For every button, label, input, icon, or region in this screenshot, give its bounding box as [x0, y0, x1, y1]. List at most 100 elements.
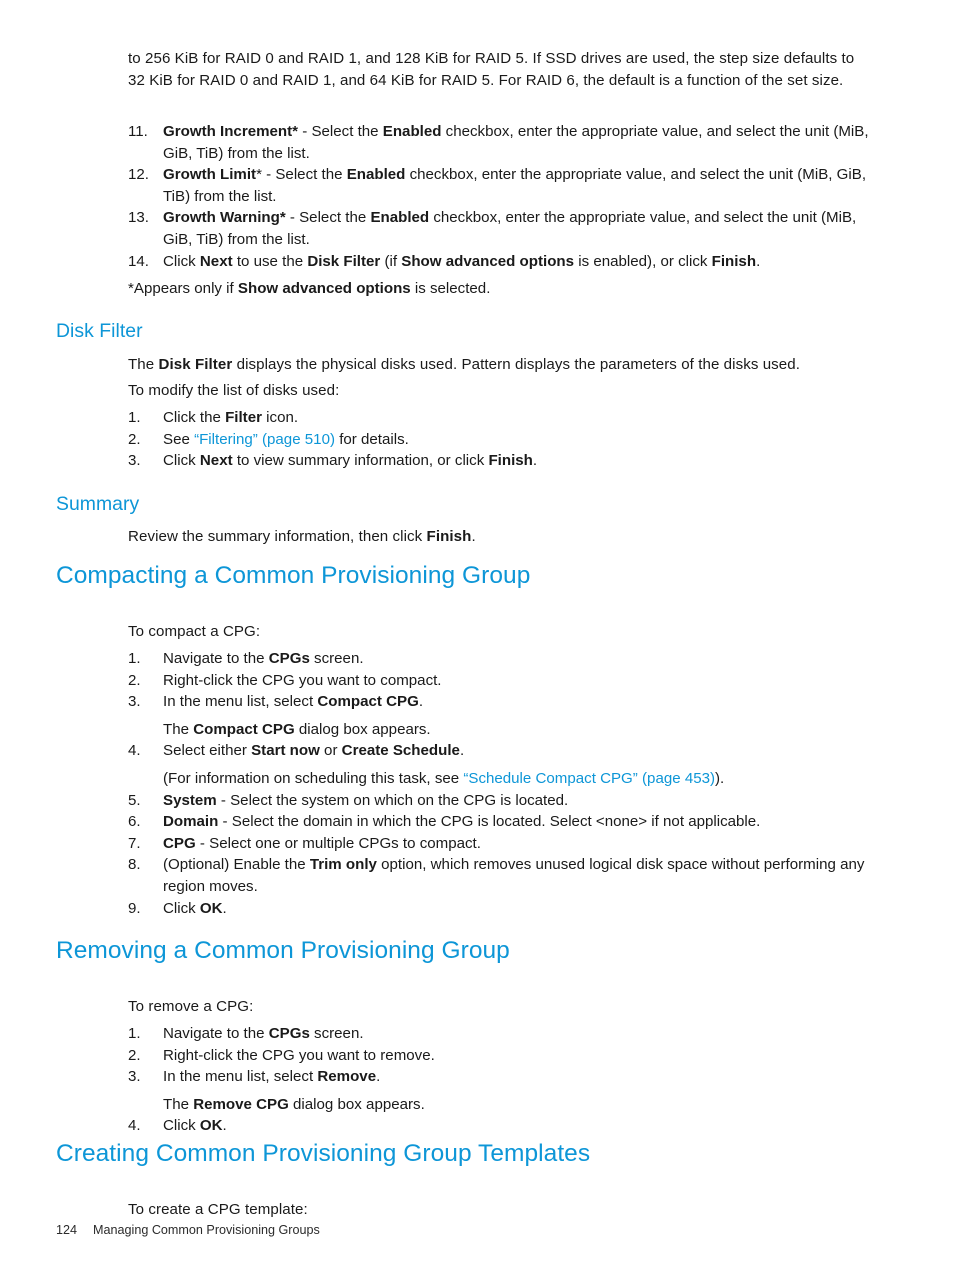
list-item-number: 1. [128, 650, 141, 667]
text-run: In the menu list, select [163, 1068, 318, 1086]
text-run: (For information on scheduling this task… [163, 769, 464, 787]
emphasis-term: Show advanced options [237, 280, 411, 298]
list-item-text: Domain - Select the domain in which the … [163, 811, 870, 833]
text-run: to view summary information, or click [232, 452, 489, 470]
emphasis-term: Growth Warning* [163, 209, 286, 227]
summary-paragraph: Review the summary information, then cli… [128, 526, 870, 548]
text-run: . [418, 693, 424, 711]
removing-steps-block: 1. Navigate to the CPGs screen. 2. Right-cl… [128, 1023, 870, 1137]
cross-reference-link[interactable]: “Filtering” (page 510) [194, 431, 335, 448]
summary-body-block: Review the summary information, then cli… [128, 526, 870, 548]
disk-filter-lead-in: To modify the list of disks used: [128, 382, 340, 399]
list-item-number: 6. [128, 813, 141, 831]
continued-numbered-list: 11. Growth Increment* - Select the Enable… [128, 121, 870, 272]
text-run: dialog box appears. [288, 1095, 425, 1113]
text-run: . [222, 1117, 227, 1135]
list-item-text: Right-click the CPG you want to compact. [163, 670, 870, 692]
cross-reference-link[interactable]: “Schedule Compact CPG” (page 453) [463, 770, 715, 787]
list-item-number: 1. [128, 1025, 141, 1042]
list-item-text: Click Next to view summary information, … [163, 450, 870, 472]
emphasis-term: Trim only [309, 856, 377, 874]
list-item-number: 2. [128, 430, 141, 448]
text-run: *Appears only if [128, 280, 238, 298]
emphasis-term: Finish [426, 528, 472, 545]
text-run: . [376, 1068, 381, 1086]
text-run: displays the physical disks used. Patter… [232, 356, 801, 373]
text-run: Click [163, 1117, 200, 1135]
text-run: Select either [163, 742, 252, 760]
creating-templates-lead-in: To create a CPG template: [128, 1201, 308, 1218]
compacting-numbered-list: 1. Navigate to the CPGs screen. 2. Right-cl… [128, 648, 870, 919]
list-item-number: 4. [128, 742, 141, 760]
emphasis-term: CPGs [268, 650, 310, 667]
list-item: 2. See “Filtering” (page 510) for details… [128, 429, 870, 451]
emphasis-term: System [163, 791, 217, 809]
list-item-number: 7. [128, 834, 141, 852]
text-run: . [222, 899, 227, 917]
list-item-number: 11. [128, 123, 148, 140]
text-run: to use the [232, 252, 308, 270]
list-item-number: 3. [128, 693, 141, 711]
list-item: 7. CPG - Select one or multiple CPGs to c… [128, 833, 870, 855]
document-page: to 256 KiB for RAID 0 and RAID 1, and 12… [0, 0, 954, 1271]
text-run: screen. [309, 1025, 364, 1042]
list-item-subparagraph: The Remove CPG dialog box appears. [163, 1094, 870, 1116]
text-run: is enabled), or click [574, 252, 712, 270]
emphasis-term: Remove [317, 1068, 377, 1086]
text-run: The [163, 1095, 194, 1113]
list-item-number: 9. [128, 899, 141, 917]
list-item-number: 8. [128, 856, 141, 874]
list-item: 13. Growth Warning* - Select the Enabled … [128, 207, 870, 250]
emphasis-term: Enabled [382, 123, 442, 140]
list-item: 4. Click OK. [128, 1115, 870, 1137]
text-run: - Select the system on which on the CPG … [216, 791, 569, 809]
creating-templates-heading-block: Creating Common Provisioning Group Templ… [56, 1139, 876, 1169]
list-item: 14. Click Next to use the Disk Filter (if… [128, 251, 870, 273]
summary-heading-block: Summary [56, 492, 876, 517]
list-item-text: Navigate to the CPGs screen. [163, 648, 870, 670]
disk-filter-heading-block: Disk Filter [56, 319, 876, 344]
list-item: 2. Right-click the CPG you want to compac… [128, 670, 870, 692]
text-run: Navigate to the [163, 1025, 269, 1042]
list-item-number: 2. [128, 671, 141, 689]
text-run: - Select the [298, 123, 383, 140]
page-footer: 124 Managing Common Provisioning Groups [56, 1222, 320, 1239]
text-run: Review the summary information, then cli… [128, 528, 427, 545]
emphasis-term: OK [199, 1117, 223, 1135]
text-run: Right-click the CPG you want to remove. [163, 1046, 435, 1064]
text-run: . [459, 742, 465, 760]
list-item: 3. In the menu list, select Compact CPG. T… [128, 691, 870, 740]
text-run: In the menu list, select [163, 693, 318, 711]
list-item-number: 13. [128, 209, 149, 227]
list-item: 2. Right-click the CPG you want to remove… [128, 1045, 870, 1067]
list-item: 1. Navigate to the CPGs screen. [128, 648, 870, 670]
removing-leadin-block: To remove a CPG: [128, 996, 870, 1018]
list-item-text: Growth Increment* - Select the Enabled c… [163, 121, 870, 164]
list-item: 12. Growth Limit* - Select the Enabled ch… [128, 164, 870, 207]
text-run: dialog box appears. [294, 720, 431, 738]
heading-summary: Summary [56, 493, 140, 515]
list-item-text: Growth Limit* - Select the Enabled check… [163, 164, 870, 207]
emphasis-term: Next [199, 452, 233, 470]
text-run: screen. [309, 650, 364, 667]
emphasis-term: Filter [225, 409, 262, 426]
creating-templates-leadin-block: To create a CPG template: [128, 1199, 870, 1221]
list-item-number: 3. [128, 1068, 141, 1086]
list-item-text: See “Filtering” (page 510) for details. [163, 429, 870, 451]
disk-filter-steps-block: 1. Click the Filter icon. 2. See “Filtering… [128, 407, 870, 472]
list-item-text: (Optional) Enable the Trim only option, … [163, 854, 870, 897]
list-item: 3. Click Next to view summary information… [128, 450, 870, 472]
text-run: Click [163, 899, 200, 917]
text-run: Click the [163, 409, 226, 426]
list-item: 1. Click the Filter icon. [128, 407, 870, 429]
list-item-text: Right-click the CPG you want to remove. [163, 1045, 870, 1067]
continuation-paragraph: to 256 KiB for RAID 0 and RAID 1, and 12… [128, 50, 855, 89]
emphasis-term: CPGs [268, 1025, 310, 1042]
text-run: (Optional) Enable the [163, 856, 310, 874]
emphasis-term: Disk Filter [307, 252, 381, 270]
heading-removing-cpg: Removing a Common Provisioning Group [56, 937, 510, 964]
text-run: icon. [261, 409, 299, 426]
compacting-heading-block: Compacting a Common Provisioning Group [56, 561, 876, 591]
list-item-text: CPG - Select one or multiple CPGs to com… [163, 833, 870, 855]
heading-creating-cpg-templates: Creating Common Provisioning Group Templ… [56, 1140, 591, 1167]
